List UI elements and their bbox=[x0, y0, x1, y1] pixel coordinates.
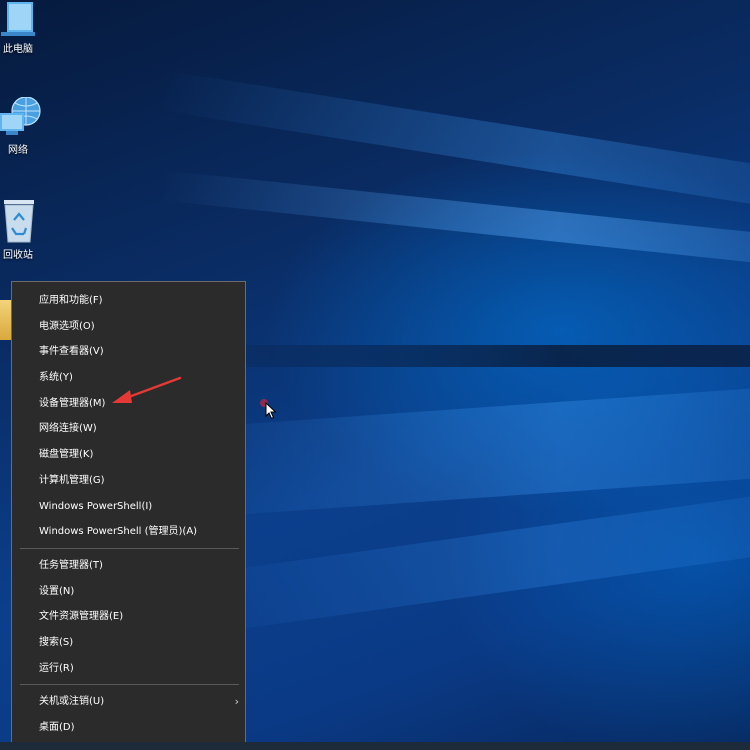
network-icon bbox=[0, 97, 41, 135]
menu-item-label: Windows PowerShell (管理员)(A) bbox=[39, 526, 198, 538]
menu-item-powershell[interactable]: Windows PowerShell(I) bbox=[12, 494, 245, 520]
recycle-bin-icon bbox=[4, 200, 34, 243]
menu-item-label: 关机或注销(U) bbox=[39, 696, 105, 708]
menu-item-search[interactable]: 搜索(S) bbox=[12, 630, 245, 656]
taskbar[interactable] bbox=[0, 742, 750, 750]
menu-item-label: 桌面(D) bbox=[39, 722, 75, 733]
menu-item-label: 电源选项(O) bbox=[39, 320, 95, 332]
menu-item-label: 设备管理器(M) bbox=[39, 397, 106, 409]
mouse-pointer-icon bbox=[265, 402, 277, 420]
menu-item-settings[interactable]: 设置(N) bbox=[12, 579, 245, 605]
desktop-background[interactable]: 此电脑 网络 回收站 应用和功能(F) 电源选项(O) 事件查看器(V) 系统(… bbox=[0, 0, 750, 750]
menu-item-event-viewer[interactable]: 事件查看器(V) bbox=[12, 339, 245, 365]
annotation-arrow-icon bbox=[112, 376, 182, 403]
menu-item-apps-and-features[interactable]: 应用和功能(F) bbox=[12, 288, 245, 314]
menu-item-disk-management[interactable]: 磁盘管理(K) bbox=[12, 442, 245, 468]
menu-item-shutdown-or-sign-out[interactable]: 关机或注销(U) › bbox=[12, 689, 245, 715]
menu-item-label: 事件查看器(V) bbox=[39, 346, 104, 358]
menu-item-power-options[interactable]: 电源选项(O) bbox=[12, 314, 245, 340]
desktop-icon-label: 网络 bbox=[8, 145, 28, 156]
menu-item-label: 计算机管理(G) bbox=[39, 474, 105, 486]
desktop-icon-this-pc[interactable]: 此电脑 bbox=[0, 2, 36, 55]
menu-item-desktop[interactable]: 桌面(D) bbox=[12, 715, 245, 741]
menu-separator bbox=[20, 684, 239, 686]
menu-item-run[interactable]: 运行(R) bbox=[12, 656, 245, 682]
menu-item-label: 应用和功能(F) bbox=[39, 295, 103, 306]
menu-item-task-manager[interactable]: 任务管理器(T) bbox=[12, 553, 245, 579]
wallpaper-light-beam bbox=[158, 170, 750, 284]
computer-icon bbox=[1, 2, 35, 36]
menu-item-network-connections[interactable]: 网络连接(W) bbox=[12, 416, 245, 442]
wallpaper-light-beam bbox=[156, 70, 750, 235]
menu-item-label: 搜索(S) bbox=[39, 636, 74, 648]
menu-item-label: 网络连接(W) bbox=[39, 423, 97, 435]
menu-item-label: 任务管理器(T) bbox=[39, 559, 103, 571]
menu-item-label: 运行(R) bbox=[39, 662, 74, 674]
menu-item-powershell-admin[interactable]: Windows PowerShell (管理员)(A) bbox=[12, 519, 245, 545]
winx-context-menu: 应用和功能(F) 电源选项(O) 事件查看器(V) 系统(Y) 设备管理器(M)… bbox=[11, 281, 246, 743]
folder-icon[interactable] bbox=[0, 300, 11, 340]
menu-item-file-explorer[interactable]: 文件资源管理器(E) bbox=[12, 604, 245, 630]
wallpaper-dark-band bbox=[160, 345, 750, 367]
desktop-icon-label: 回收站 bbox=[3, 250, 33, 261]
desktop-icon-recycle-bin[interactable]: 回收站 bbox=[0, 198, 36, 261]
menu-item-label: 文件资源管理器(E) bbox=[39, 611, 124, 623]
desktop-icon-label: 此电脑 bbox=[3, 44, 33, 55]
menu-item-computer-management[interactable]: 计算机管理(G) bbox=[12, 468, 245, 494]
menu-item-label: 设置(N) bbox=[39, 585, 75, 597]
menu-item-label: 磁盘管理(K) bbox=[39, 449, 94, 461]
menu-separator bbox=[20, 547, 239, 549]
menu-item-label: Windows PowerShell(I) bbox=[39, 500, 153, 512]
desktop-icon-network[interactable]: 网络 bbox=[0, 97, 41, 156]
menu-item-label: 系统(Y) bbox=[39, 372, 73, 384]
chevron-right-icon: › bbox=[234, 695, 239, 709]
